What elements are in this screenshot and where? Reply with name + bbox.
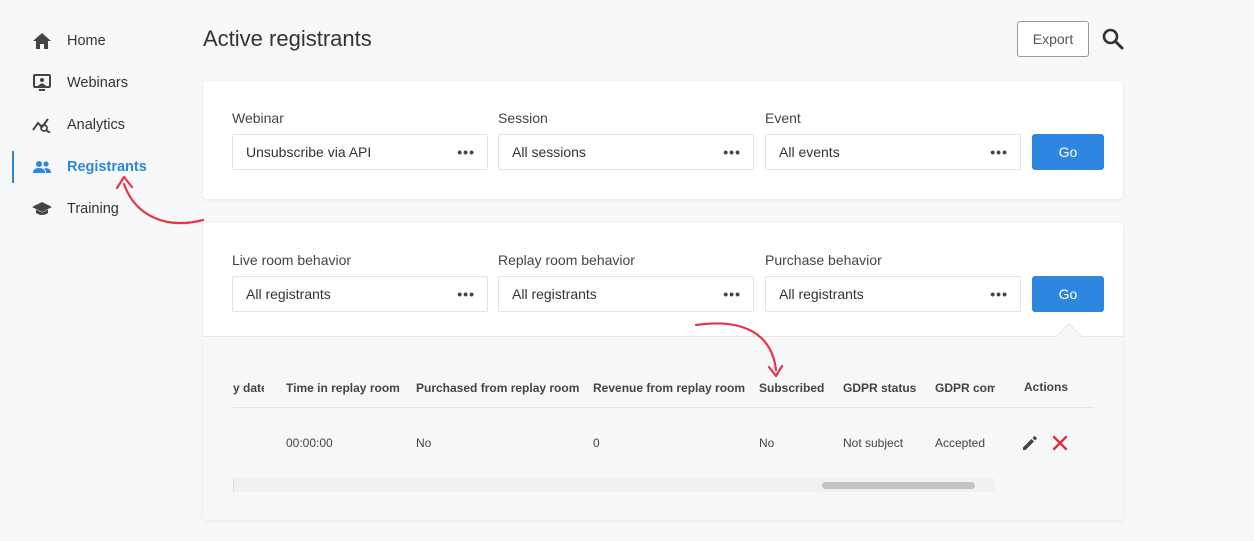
sidebar-item-home[interactable]: Home — [0, 20, 180, 62]
webinar-label: Webinar — [232, 110, 284, 126]
column-header[interactable]: Purchased from replay room — [416, 381, 579, 395]
select-value: Unsubscribe via API — [246, 144, 372, 160]
replay-room-select[interactable]: All registrants ••• — [498, 276, 754, 312]
registrants-table: y date Time in replay room Purchased fro… — [203, 336, 1123, 520]
sidebar-item-label: Training — [67, 201, 119, 217]
sidebar-item-training[interactable]: Training — [0, 188, 180, 230]
column-header-actions: Actions — [1024, 380, 1069, 394]
more-icon: ••• — [990, 286, 1008, 302]
column-header[interactable]: Time in replay room — [286, 381, 400, 395]
table-cell: 0 — [593, 436, 600, 450]
more-icon: ••• — [457, 144, 475, 160]
pencil-icon[interactable] — [1020, 433, 1040, 453]
page-title: Active registrants — [203, 26, 372, 51]
sidebar-item-label: Home — [67, 33, 106, 49]
more-icon: ••• — [723, 144, 741, 160]
export-button[interactable]: Export — [1017, 21, 1089, 57]
sidebar-item-label: Registrants — [67, 159, 147, 175]
go-button-behavior[interactable]: Go — [1032, 276, 1104, 312]
select-value: All events — [779, 144, 840, 160]
table-cell: No — [759, 436, 775, 450]
sidebar-item-label: Webinars — [67, 75, 128, 91]
sidebar-item-label: Analytics — [67, 117, 126, 133]
more-icon: ••• — [457, 286, 475, 302]
filter-card-primary: Webinar Unsubscribe via API ••• Session … — [203, 81, 1123, 199]
select-value: All registrants — [246, 286, 331, 302]
column-header[interactable]: Subscribed — [759, 381, 824, 395]
go-button-primary[interactable]: Go — [1032, 134, 1104, 170]
table-cell: Not subject — [843, 436, 904, 450]
sidebar-item-webinars[interactable]: Webinars — [0, 62, 180, 104]
table-divider — [233, 407, 1094, 408]
sidebar-item-analytics[interactable]: Analytics — [0, 104, 180, 146]
event-select[interactable]: All events ••• — [765, 134, 1021, 170]
table-cell: 00:00:00 — [286, 436, 333, 450]
more-icon: ••• — [723, 286, 741, 302]
select-value: All registrants — [779, 286, 864, 302]
close-icon[interactable] — [1050, 433, 1070, 453]
monitor-icon — [32, 73, 52, 93]
sidebar: Home Webinars Analytics Registrants Trai… — [0, 20, 180, 230]
purchase-select[interactable]: All registrants ••• — [765, 276, 1021, 312]
event-label: Event — [765, 110, 801, 126]
table-cell: Accepted — [935, 436, 986, 450]
session-label: Session — [498, 110, 548, 126]
analytics-icon — [32, 115, 52, 135]
select-value: All sessions — [512, 144, 586, 160]
purchase-label: Purchase behavior — [765, 252, 882, 268]
scrollbar-thumb[interactable] — [822, 482, 975, 489]
column-header[interactable]: y date — [233, 381, 264, 395]
home-icon — [32, 31, 52, 51]
people-icon — [32, 157, 52, 177]
column-header[interactable]: GDPR com — [935, 381, 995, 395]
webinar-select[interactable]: Unsubscribe via API ••• — [232, 134, 488, 170]
select-value: All registrants — [512, 286, 597, 302]
table-cell: No — [416, 436, 432, 450]
replay-room-label: Replay room behavior — [498, 252, 635, 268]
column-header[interactable]: Revenue from replay room — [593, 381, 745, 395]
search-icon[interactable] — [1101, 27, 1127, 53]
graduation-cap-icon — [32, 199, 52, 219]
column-header[interactable]: GDPR status — [843, 381, 916, 395]
more-icon: ••• — [990, 144, 1008, 160]
live-room-label: Live room behavior — [232, 252, 352, 268]
filter-card-behavior: Live room behavior All registrants ••• R… — [203, 223, 1123, 520]
horizontal-scrollbar[interactable] — [233, 478, 995, 492]
session-select[interactable]: All sessions ••• — [498, 134, 754, 170]
live-room-select[interactable]: All registrants ••• — [232, 276, 488, 312]
sidebar-item-registrants[interactable]: Registrants — [0, 146, 180, 188]
